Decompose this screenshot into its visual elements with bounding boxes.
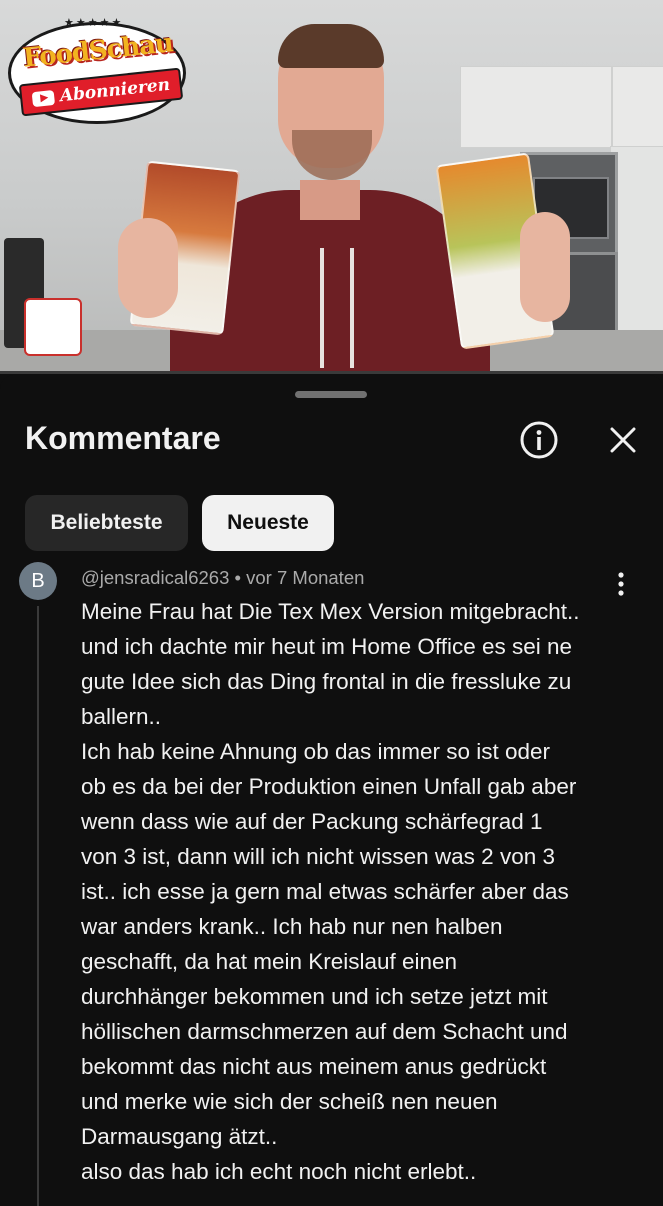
comment-line: bekommt das nicht aus meinem anus gedrüc… [81,1054,547,1079]
hoodie-cord [350,248,354,368]
presenter-beard [292,130,372,180]
kitchen-cabinet [612,66,663,148]
comment-line: war anders krank.. Ich hab nur nen halbe… [81,914,503,939]
drag-handle[interactable] [295,391,367,398]
comment-line: also das hab ich echt noch nicht erlebt.… [81,1159,477,1184]
comment-line: wenn dass wie auf der Packung schärfegra… [81,809,543,834]
video-player[interactable]: ★★★★★ FoodSchau Abonnieren [0,0,663,373]
kitchen-cabinet [460,66,612,148]
comment-line: höllischen darmschmerzen auf dem Schacht… [81,1019,568,1044]
hoodie-cord [320,248,324,368]
meta-separator: • [234,567,241,588]
comment-line: durchhänger bekommen und ich setze jetzt… [81,984,548,1009]
comment-item: B @jensradical6263 • vor 7 Monaten Meine… [0,560,663,1206]
presenter-hair [278,24,384,68]
comment-line: von 3 ist, dann will ich nicht wissen wa… [81,844,555,869]
info-icon [520,421,558,459]
comment-meta: @jensradical6263 • vor 7 Monaten [81,567,364,589]
comment-text: Meine Frau hat Die Tex Mex Version mitge… [81,594,641,1189]
comment-line: Darmausgang ätzt.. [81,1124,278,1149]
comment-author[interactable]: @jensradical6263 [81,567,229,588]
thread-line [37,606,39,1206]
panel-title: Kommentare [25,420,221,456]
channel-logo[interactable]: ★★★★★ FoodSchau Abonnieren [6,6,186,128]
logo-stars: ★★★★★ [64,17,124,29]
comments-panel: Kommentare Beliebteste Neueste B @jensra… [0,375,663,1206]
subscribe-label: Abonnieren [58,74,171,107]
close-icon [610,427,636,453]
sort-chip-newest[interactable]: Neueste [202,495,334,551]
sort-chip-popular[interactable]: Beliebteste [25,495,188,551]
presenter-hand-left [118,218,178,318]
youtube-icon [31,89,55,107]
comment-line: und ich dachte mir heut im Home Office e… [81,634,573,659]
info-button[interactable] [514,415,564,465]
close-button[interactable] [598,415,648,465]
foodschau-sign [24,298,82,356]
presenter-hand-right [520,212,570,322]
video-progress-bar[interactable] [0,371,663,374]
comment-line: Meine Frau hat Die Tex Mex Version mitge… [81,599,580,624]
comment-line: ob es da bei der Produktion einen Unfall… [81,774,577,799]
comment-line: ist.. ich esse ja gern mal etwas schärfe… [81,879,569,904]
comment-line: Ich hab keine Ahnung ob das immer so ist… [81,739,551,764]
comment-line: geschafft, da hat mein Kreislauf einen [81,949,458,974]
comment-line: ballern.. [81,704,162,729]
presenter-neck [300,180,360,220]
comment-time: vor 7 Monaten [246,567,365,588]
comment-line: und merke wie sich der scheiß nen neuen [81,1089,498,1114]
avatar[interactable]: B [19,562,57,600]
comment-line: gute Idee sich das Ding frontal in die f… [81,669,572,694]
